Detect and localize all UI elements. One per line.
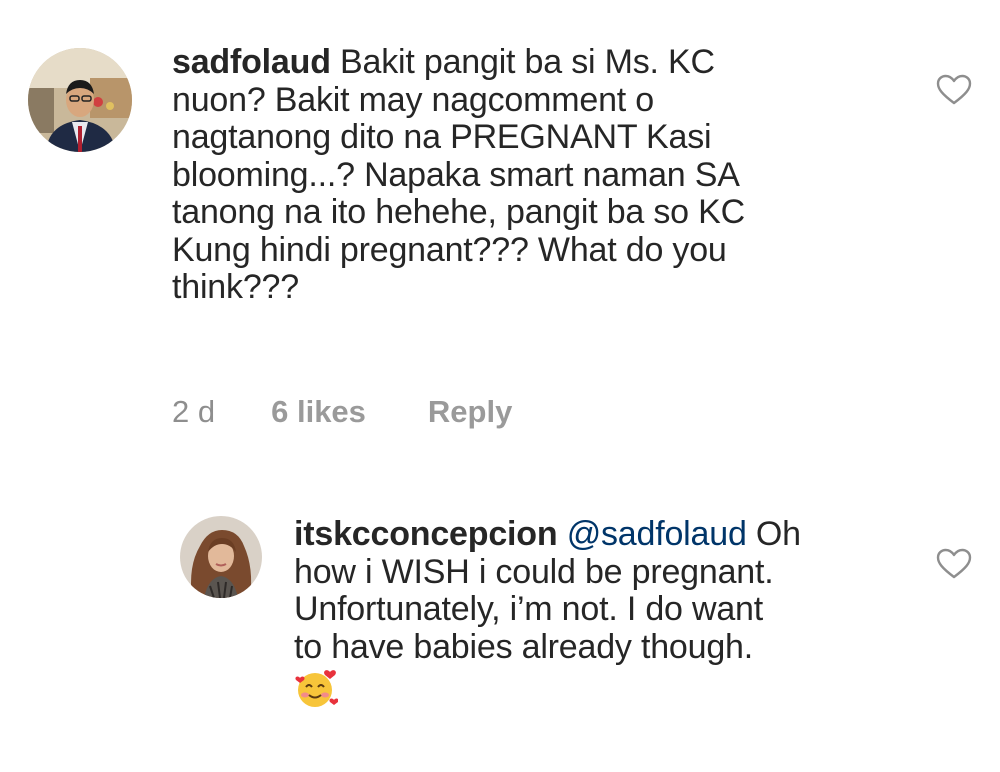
heart-outline-icon: [936, 548, 972, 579]
username-sadfolaud[interactable]: sadfolaud: [172, 43, 331, 81]
comment-text-line: think???: [172, 268, 299, 306]
comment-timestamp: 2 d: [172, 394, 216, 429]
avatar-sadfolaud[interactable]: [28, 48, 132, 152]
comment-text-line: nuon? Bakit may nagcomment o: [172, 80, 655, 119]
reply-button[interactable]: Reply: [428, 394, 512, 430]
avatar-sadfolaud-image: [28, 48, 132, 152]
comment-text-line: tanong na ito hehehe, pangit ba so KC: [172, 193, 745, 231]
reply-line-1: itskcconcepcion @sadfolaud Oh: [294, 515, 914, 554]
username-itskcconcepcion[interactable]: itskcconcepcion: [294, 515, 558, 553]
comment-text-line: nagtanong dito na PREGNANT Kasi: [172, 118, 712, 156]
comment-itskcconcepcion: itskcconcepcion @sadfolaud Oh how i WISH…: [0, 470, 1000, 772]
like-heart-icon[interactable]: [936, 74, 972, 106]
comment-text-line: Oh: [755, 515, 801, 553]
mention-link[interactable]: @sadfolaud: [567, 515, 747, 553]
comment-body: sadfolaud Bakit pangit ba si Ms. KC nuon…: [172, 43, 932, 307]
comment-line-1: sadfolaud Bakit pangit ba si Ms. KC: [172, 43, 932, 82]
comment-sadfolaud: sadfolaud Bakit pangit ba si Ms. KC nuon…: [0, 0, 1000, 470]
comment-text-line: how i WISH i could be pregnant.: [294, 552, 774, 591]
like-heart-icon[interactable]: [936, 548, 972, 580]
comment-text-line: Bakit pangit ba si Ms. KC: [340, 43, 715, 81]
comment-text-line: blooming...? Napaka smart naman SA: [172, 155, 740, 194]
heart-outline-icon: [936, 74, 972, 105]
smiling-face-with-hearts-icon: [294, 666, 339, 719]
likes-count[interactable]: 6 likes: [271, 394, 366, 430]
emoji-line: [294, 666, 914, 710]
comment-meta: 2 d 6 likes Reply: [172, 394, 512, 430]
comment-text-line: Kung hindi pregnant??? What do you: [172, 230, 727, 269]
comment-text-line: to have babies already though.: [294, 627, 754, 666]
comment-text-line: Unfortunately, i’m not. I do want: [294, 590, 764, 628]
reply-body: itskcconcepcion @sadfolaud Oh how i WISH…: [294, 515, 914, 710]
avatar-itskcconcepcion[interactable]: [180, 516, 262, 598]
avatar-itskcconcepcion-image: [180, 516, 262, 598]
